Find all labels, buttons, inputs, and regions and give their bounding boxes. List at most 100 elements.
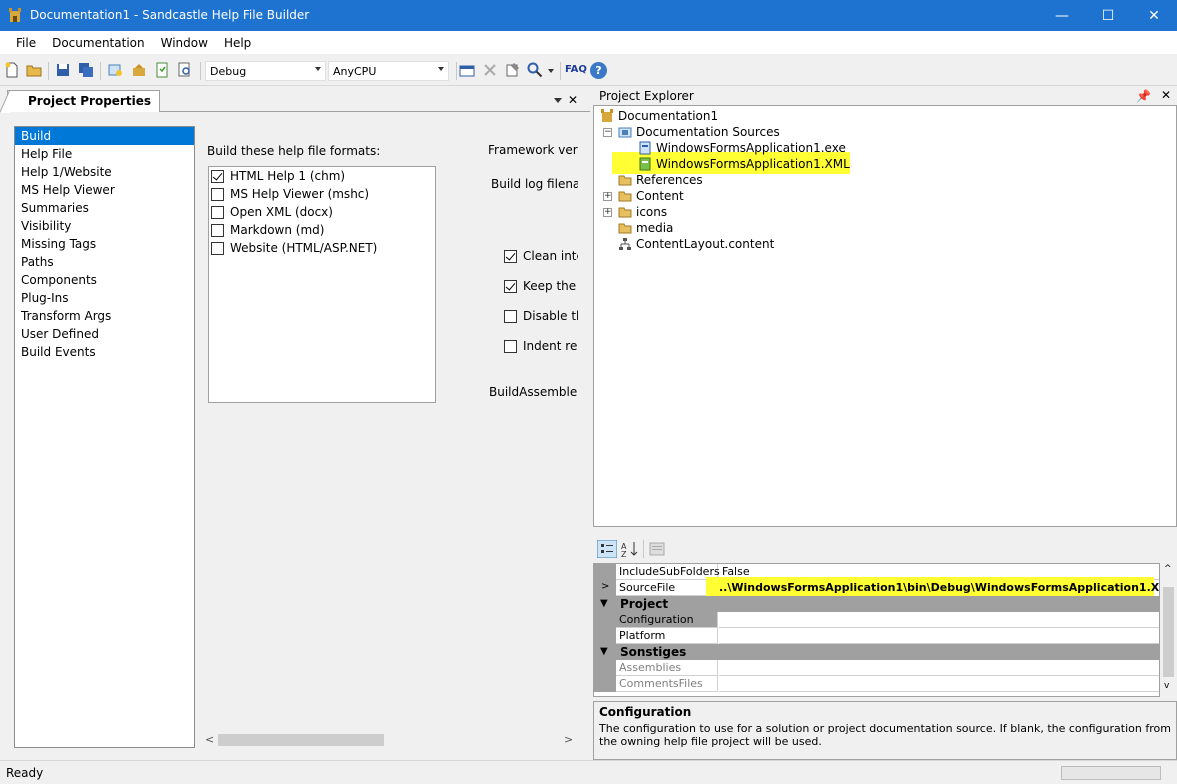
option-keep-log[interactable]: Keep the l (504, 279, 578, 293)
entity-references-icon[interactable] (459, 62, 475, 78)
tree-node-documentation-sources[interactable]: Documentation Sources (618, 124, 780, 140)
nav-item-paths[interactable]: Paths (15, 253, 194, 271)
toolbar-separator (456, 62, 457, 80)
categorized-view-icon[interactable] (597, 540, 617, 558)
property-row-source-file[interactable]: > SourceFile ..\WindowsFormsApplication1… (594, 577, 1159, 599)
format-item-docx[interactable]: Open XML (docx) (209, 203, 435, 221)
scroll-left-icon[interactable]: < (205, 733, 214, 746)
window-controls: — ☐ ✕ (1039, 0, 1177, 31)
tree-node-references[interactable]: References (618, 172, 703, 188)
collapse-icon[interactable]: − (603, 128, 612, 137)
property-row-assemblies[interactable]: Assemblies (594, 660, 1159, 676)
menu-file[interactable]: File (8, 36, 44, 50)
platform-value: AnyCPU (333, 65, 377, 78)
scrollbar-thumb[interactable] (218, 734, 384, 746)
preview-icon[interactable] (177, 62, 193, 78)
option-indent-rendered[interactable]: Indent ren (504, 339, 578, 353)
checkbox[interactable] (504, 279, 517, 293)
maximize-button[interactable]: ☐ (1085, 0, 1131, 31)
tree-node-media[interactable]: media (618, 220, 673, 236)
tree-node-content[interactable]: Content (618, 188, 684, 204)
vertical-scrollbar[interactable]: ^ v (1160, 563, 1177, 697)
property-value[interactable] (719, 660, 1159, 676)
tree-node-source-exe[interactable]: WindowsFormsApplication1.exe (638, 140, 846, 156)
tree-node-source-xml[interactable]: WindowsFormsApplication1.XML (638, 156, 850, 172)
format-item-mshc[interactable]: MS Help Viewer (mshc) (209, 185, 435, 203)
category-project[interactable]: ▼ Project (594, 596, 1159, 612)
clean-icon[interactable] (505, 62, 521, 78)
save-icon[interactable] (55, 62, 71, 78)
horizontal-scrollbar[interactable]: < > (200, 732, 578, 748)
scroll-down-icon[interactable]: v (1164, 681, 1169, 691)
nav-item-build[interactable]: Build (15, 127, 194, 145)
chevron-down-icon[interactable]: ▼ (600, 644, 608, 660)
checkbox[interactable] (211, 205, 224, 219)
property-row-configuration[interactable]: Configuration (594, 612, 1159, 628)
configuration-combo[interactable]: Debug (205, 61, 326, 81)
checkbox[interactable] (211, 241, 224, 255)
format-item-md[interactable]: Markdown (md) (209, 221, 435, 239)
view-help-icon[interactable] (154, 62, 170, 78)
nav-item-visibility[interactable]: Visibility (15, 217, 194, 235)
nav-item-components[interactable]: Components (15, 271, 194, 289)
new-project-icon[interactable] (4, 62, 20, 78)
close-button[interactable]: ✕ (1131, 0, 1177, 31)
search-icon[interactable] (527, 62, 543, 78)
nav-item-plug-ins[interactable]: Plug-Ins (15, 289, 194, 307)
chevron-down-icon[interactable]: ▼ (600, 596, 608, 612)
menu-documentation[interactable]: Documentation (44, 36, 153, 50)
checkbox[interactable] (504, 249, 517, 263)
alphabetical-sort-icon[interactable]: AZ (621, 540, 639, 558)
property-value[interactable] (719, 628, 1159, 644)
scroll-up-icon[interactable]: ^ (1164, 564, 1172, 574)
property-value[interactable] (719, 612, 1159, 628)
scrollbar-thumb[interactable] (1163, 587, 1174, 677)
chevron-down-icon[interactable] (548, 69, 554, 73)
build-log-filename-label: Build log filenan (491, 177, 578, 191)
format-label: Markdown (md) (230, 223, 325, 237)
tree-node-project[interactable]: Documentation1 (600, 108, 718, 124)
platform-combo[interactable]: AnyCPU (328, 61, 449, 81)
checkbox[interactable] (211, 223, 224, 237)
tab-project-properties[interactable]: Project Properties (7, 90, 160, 112)
nav-item-missing-tags[interactable]: Missing Tags (15, 235, 194, 253)
property-row-comments-files[interactable]: CommentsFiles (594, 676, 1159, 692)
checkbox[interactable] (211, 169, 224, 183)
expand-icon[interactable]: + (603, 208, 612, 217)
nav-item-user-defined[interactable]: User Defined (15, 325, 194, 343)
pin-icon[interactable]: 📌 (1136, 89, 1151, 103)
tab-list-dropdown-icon[interactable] (554, 98, 562, 103)
help-icon[interactable]: ? (590, 62, 607, 79)
nav-item-summaries[interactable]: Summaries (15, 199, 194, 217)
checkbox[interactable] (211, 187, 224, 201)
option-disable[interactable]: Disable th (504, 309, 578, 323)
checkbox[interactable] (504, 309, 517, 323)
minimize-button[interactable]: — (1039, 0, 1085, 31)
faq-button[interactable]: FAQ (565, 64, 587, 75)
nav-item-transform-args[interactable]: Transform Args (15, 307, 194, 325)
close-tab-icon[interactable]: ✕ (568, 93, 578, 107)
property-row-platform[interactable]: Platform (594, 628, 1159, 644)
format-item-chm[interactable]: HTML Help 1 (chm) (209, 167, 435, 185)
open-project-icon[interactable] (26, 62, 42, 78)
format-item-website[interactable]: Website (HTML/ASP.NET) (209, 239, 435, 257)
menu-window[interactable]: Window (153, 36, 216, 50)
property-name: Platform (616, 628, 718, 644)
expand-icon[interactable]: + (603, 192, 612, 201)
option-clean-intermediates[interactable]: Clean inte (504, 249, 578, 263)
property-value[interactable] (719, 676, 1159, 692)
nav-item-help1-website[interactable]: Help 1/Website (15, 163, 194, 181)
nav-item-ms-help-viewer[interactable]: MS Help Viewer (15, 181, 194, 199)
tree-node-icons[interactable]: icons (618, 204, 667, 220)
menu-help[interactable]: Help (216, 36, 259, 50)
nav-item-help-file[interactable]: Help File (15, 145, 194, 163)
build-icon[interactable] (131, 62, 147, 78)
add-documentation-source-icon[interactable] (108, 62, 124, 78)
tree-node-content-layout[interactable]: ContentLayout.content (618, 236, 774, 252)
checkbox[interactable] (504, 339, 517, 353)
category-other[interactable]: ▼ Sonstiges (594, 644, 1159, 660)
scroll-right-icon[interactable]: > (564, 733, 573, 746)
nav-item-build-events[interactable]: Build Events (15, 343, 194, 361)
save-all-icon[interactable] (78, 62, 94, 78)
close-pane-icon[interactable]: ✕ (1161, 88, 1171, 102)
